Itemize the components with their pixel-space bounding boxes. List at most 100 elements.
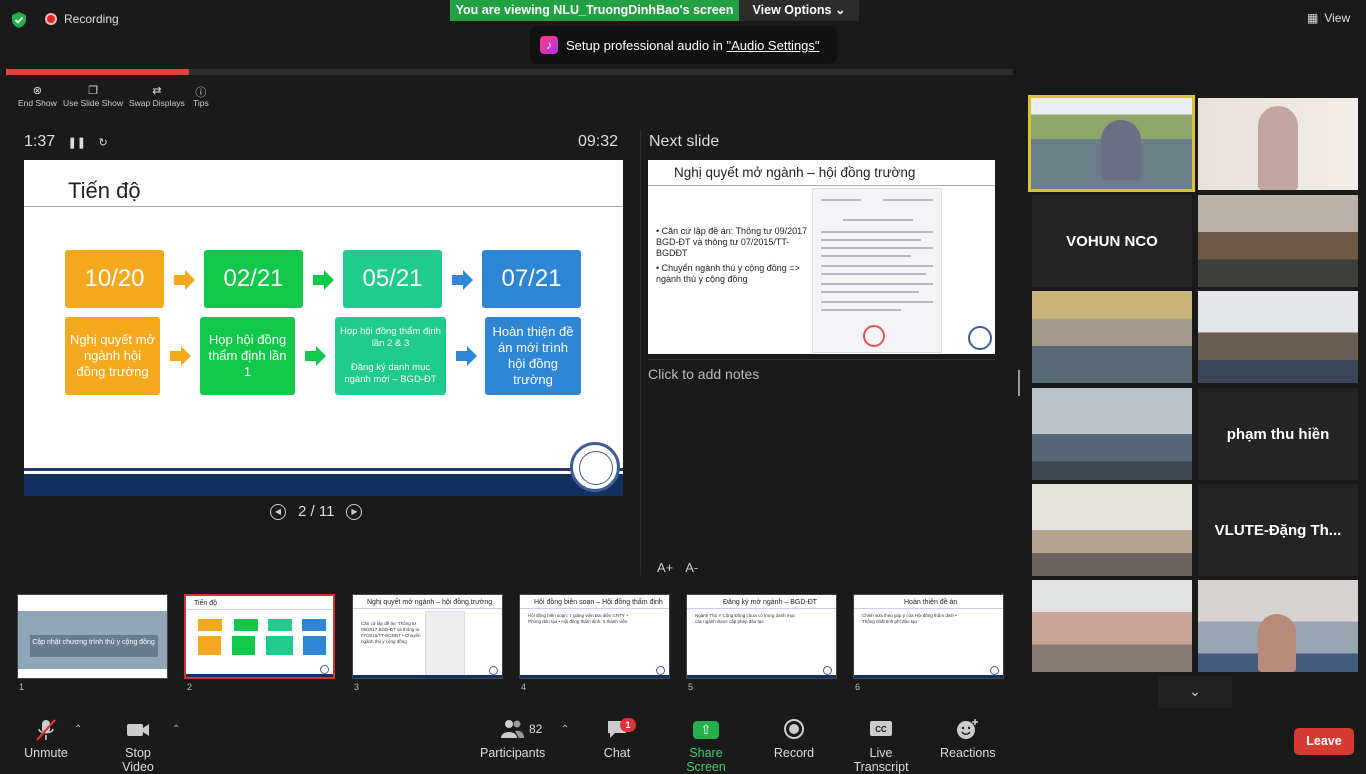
recording-indicator[interactable]: Recording [45,12,119,26]
current-slide[interactable]: Tiến độ 10/20 02/21 05/21 07/21 Nghị quy… [24,160,623,496]
view-button[interactable]: ▦ View [1307,11,1350,25]
stop-video-button[interactable]: Stop Video [108,718,168,774]
participant-video-tile[interactable] [1032,484,1192,576]
leave-button[interactable]: Leave [1294,728,1354,755]
tips-label: Tips [193,98,209,108]
arrow-right-icon [174,270,195,290]
thumbnail-title: Nghị quyết mở ngành – hội đồng trường [367,599,493,606]
slide-title: Tiến độ [68,178,141,203]
recording-dot-icon [45,13,57,25]
reactions-label: Reactions [940,746,996,760]
slide-thumbnail[interactable]: Hoàn thiện đề án Chỉnh sửa theo góp ý củ… [853,594,1004,679]
use-slide-show-label: Use Slide Show [63,98,124,108]
share-screen-icon: ⇧ [693,721,719,739]
slide-thumbnail[interactable]: Cập nhật chương trình thú y cộng đồng [17,594,168,679]
participant-video-tile[interactable] [1032,580,1192,672]
slide-thumbnail[interactable]: Hội đồng biên soạn – Hội đồng thẩm định … [519,594,670,679]
thumbnail-title: Cập nhật chương trình thú y cộng đồng [32,639,155,646]
font-size-controls: A+ A- [657,560,698,575]
participant-video-tile[interactable]: phạm thu hiền [1198,388,1358,480]
reactions-button[interactable]: Reactions [940,718,996,760]
unmute-button[interactable]: Unmute [24,718,68,760]
thumbnail-title: Đăng ký mở ngành – BGD-ĐT [723,599,818,606]
decrease-font-button[interactable]: A- [685,560,698,575]
participants-label: Participants [480,746,546,760]
timeline-caption-3: Họp hội đồng thẩm định lần 2 & 3 Đăng ký… [335,317,446,395]
slide-footer-rule [24,468,623,471]
chevron-down-icon[interactable]: ⌄ [1158,676,1232,708]
next-slide-bullet: • Căn cứ lập đề án: Thông tư 09/2017 BGD… [656,226,808,258]
view-options-button[interactable]: View Options ⌄ [739,0,859,21]
viewing-banner: You are viewing NLU_TruongDinhBao's scre… [450,0,739,21]
notes-field[interactable]: Click to add notes [648,366,759,382]
participant-video-tile[interactable] [1198,195,1358,287]
thumbnail-number: 3 [354,682,360,692]
unmute-label: Unmute [24,746,68,760]
slide-thumbnail[interactable]: Nghị quyết mở ngành – hội đồng trường Că… [352,594,503,679]
slide-thumbnail-selected[interactable]: Tiến độ [184,594,335,679]
previous-slide-icon[interactable]: ◀ [270,503,286,520]
participant-name: VLUTE-Đặng Th... [1214,521,1342,539]
participant-video-tile[interactable] [1032,291,1192,383]
notes-divider [648,359,995,360]
thumbnail-text: Chỉnh sửa theo góp ý của Hội đồng thẩm đ… [862,613,957,624]
thumbnail-title: Tiến độ [194,600,218,607]
recording-label: Recording [64,12,119,26]
clock: 09:32 [578,133,619,150]
audio-settings-link[interactable]: "Audio Settings" [726,38,819,53]
thumbnail-number: 4 [521,682,527,692]
pause-icon[interactable]: ❚❚ [68,137,86,149]
video-options-caret-icon[interactable]: ⌃ [172,724,180,735]
timeline-caption-2: Họp hội đồng thẩm định lần 1 [200,317,295,395]
next-slide-bullet: • Chuyển ngành thú y cộng đồng => ngành … [656,263,800,284]
participant-video-tile[interactable]: VLUTE-Đặng Th... [1198,484,1358,576]
participant-name: phạm thu hiền [1226,425,1330,443]
participant-video-tile[interactable] [1198,98,1358,190]
participants-caret-icon[interactable]: ⌃ [561,724,569,735]
participant-video-tile[interactable] [1198,291,1358,383]
audio-tip-text: Setup professional audio in [566,37,727,53]
arrow-right-icon [170,346,191,366]
live-transcript-label: Live Transcript [853,746,909,774]
closed-captions-icon: CC [842,718,920,742]
increase-font-button[interactable]: A+ [657,560,673,575]
swap-displays-label: Swap Displays [129,98,185,108]
slide-title-rule [24,206,623,207]
timeline-caption-1: Nghị quyết mở ngành hội đồng trường [65,317,160,395]
timeline-date-1: 10/20 [65,250,164,308]
next-slide-rule [648,185,995,186]
share-screen-button[interactable]: ⇧ Share Screen [670,718,742,774]
tips-button[interactable]: ⓘ Tips [193,84,209,108]
participant-video-tile[interactable]: VOHUN NCO [1032,195,1192,287]
slide-thumbnail[interactable]: Đăng ký mở ngành – BGD-ĐT Ngành Thú Y Cộ… [686,594,837,679]
record-button[interactable]: Record [772,718,816,760]
shield-icon[interactable] [10,11,28,29]
view-options-label: View Options [752,3,832,17]
participants-count: 82 [529,722,543,736]
next-slide-preview[interactable]: Nghị quyết mở ngành – hội đồng trường • … [648,160,995,354]
thumbnail-number: 5 [688,682,694,692]
arrow-right-icon [313,270,334,290]
end-show-button[interactable]: ⊗ End Show [18,84,57,108]
timeline-date-4: 07/21 [482,250,581,308]
record-icon [772,718,816,742]
reset-icon[interactable]: ↻ [98,137,107,149]
participant-video-tile[interactable] [1032,388,1192,480]
next-slide-icon[interactable]: ▶ [346,503,363,520]
video-camera-icon [127,724,149,736]
music-note-icon: ♪ [540,36,558,54]
audio-options-caret-icon[interactable]: ⌃ [74,724,82,735]
live-transcript-button[interactable]: CC Live Transcript [842,718,920,774]
participant-video-tile[interactable] [1198,580,1358,672]
slide-progress-fill [6,69,190,75]
swap-displays-button[interactable]: ⇄ Swap Displays [129,84,185,108]
end-show-label: End Show [18,98,57,108]
thumbnail-text: Hội đồng biên soạn: 7 giảng viên Đại diệ… [528,613,629,624]
stop-video-label: Stop Video [122,746,154,774]
arrow-right-icon [456,346,477,366]
university-seal-logo [570,442,620,492]
split-handle[interactable] [1018,370,1020,396]
grid-icon: ▦ [1307,11,1319,25]
participant-video-tile[interactable] [1028,95,1195,192]
use-slide-show-button[interactable]: ❐ Use Slide Show [63,84,123,108]
